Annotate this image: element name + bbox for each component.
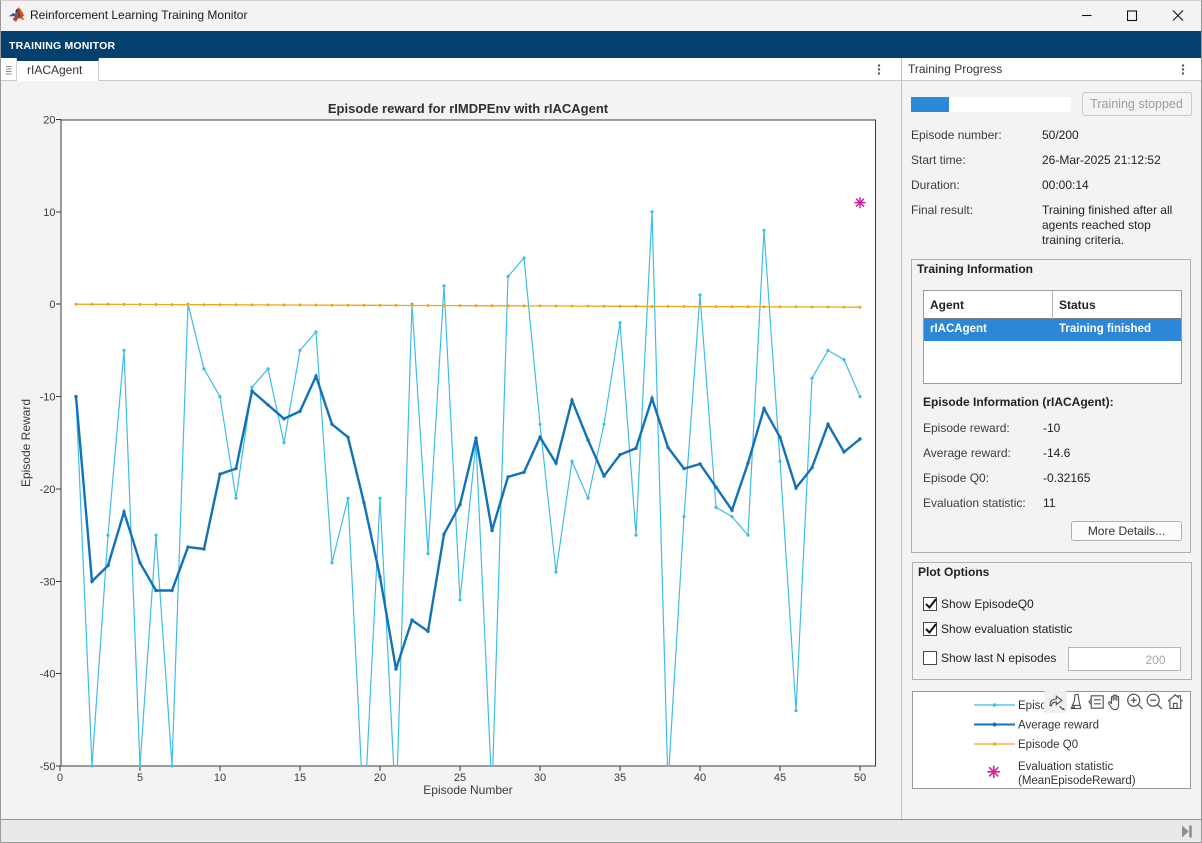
svg-text:Average reward: Average reward (1018, 720, 1099, 732)
svg-text:45: 45 (774, 772, 786, 784)
svg-text:-40: -40 (40, 669, 56, 681)
svg-text:10: 10 (214, 772, 226, 784)
svg-text:25: 25 (454, 772, 466, 784)
svg-text:0: 0 (57, 772, 63, 784)
svg-text:15: 15 (294, 772, 306, 784)
svg-text:Episode Q0: Episode Q0 (1018, 739, 1078, 751)
svg-text:5: 5 (137, 772, 143, 784)
svg-text:30: 30 (534, 772, 546, 784)
svg-text:Episo: Episo (1018, 700, 1047, 712)
svg-text:50: 50 (854, 772, 866, 784)
svg-text:Episode reward for rIMDPEnv wi: Episode reward for rIMDPEnv with rIACAge… (328, 101, 609, 116)
svg-text:0: 0 (49, 299, 55, 311)
svg-text:-30: -30 (40, 576, 56, 588)
svg-text:-10: -10 (40, 392, 56, 404)
svg-text:-50: -50 (40, 761, 56, 773)
svg-text:35: 35 (614, 772, 626, 784)
svg-text:Evaluation statistic: Evaluation statistic (1018, 761, 1113, 773)
svg-text:-20: -20 (40, 484, 56, 496)
svg-text:20: 20 (374, 772, 386, 784)
svg-text:Episode Reward: Episode Reward (19, 399, 33, 487)
svg-text:(MeanEpisodeReward): (MeanEpisodeReward) (1018, 775, 1136, 787)
svg-text:Episode Number: Episode Number (423, 783, 512, 797)
svg-text:10: 10 (43, 207, 55, 219)
svg-text:40: 40 (694, 772, 706, 784)
svg-text:20: 20 (43, 115, 55, 127)
